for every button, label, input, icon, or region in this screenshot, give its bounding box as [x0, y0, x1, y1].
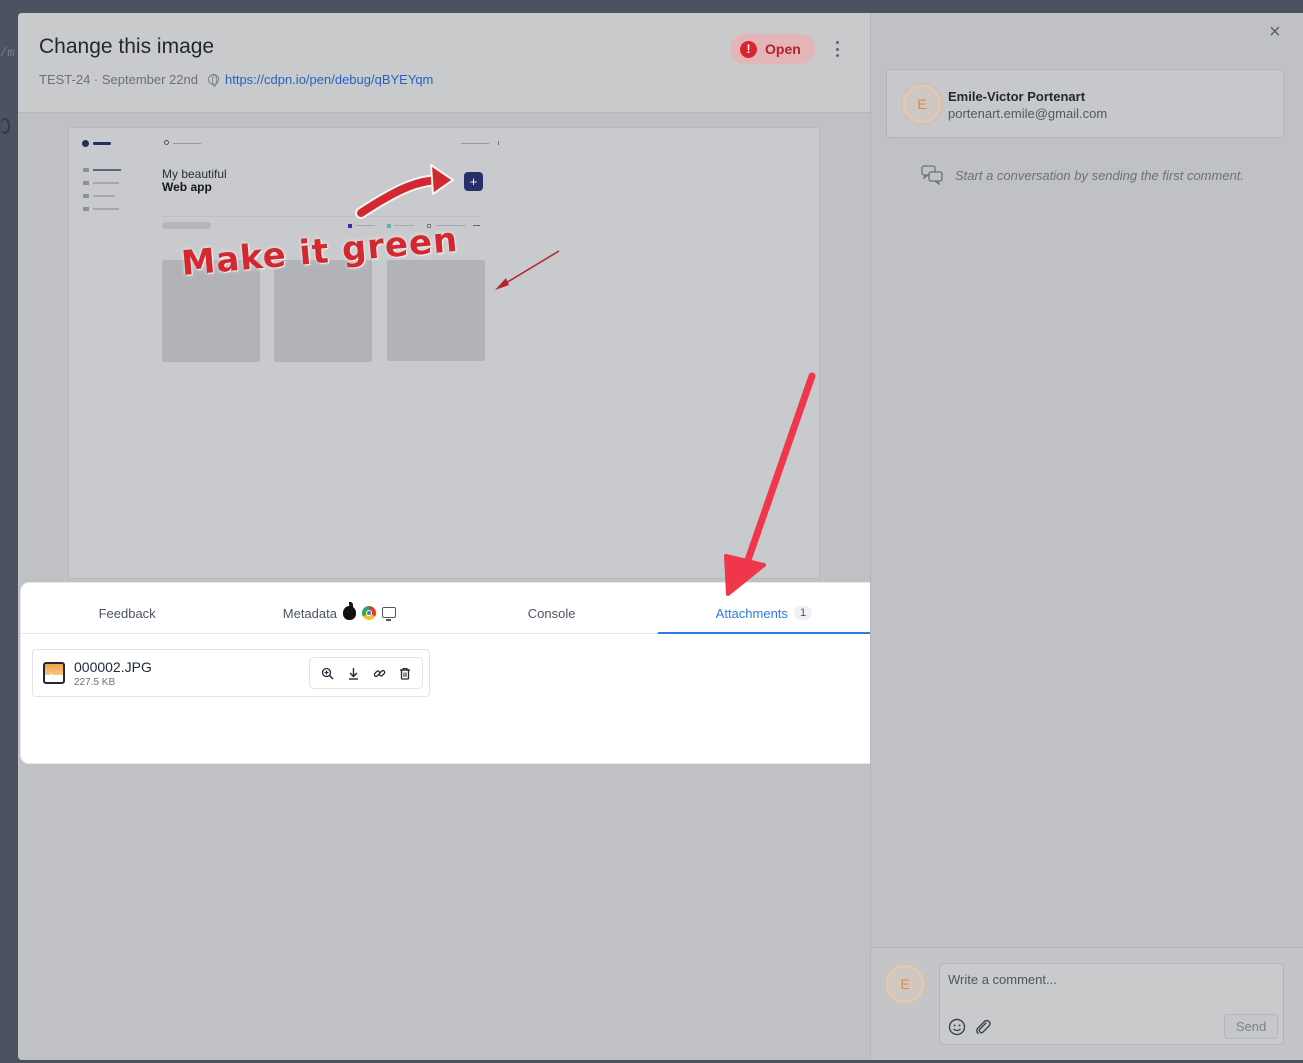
- composer-avatar: E: [886, 965, 924, 1003]
- issue-modal: Change this image TEST-24 · September 22…: [18, 13, 1303, 1060]
- tab-attachments[interactable]: Attachments 1: [657, 593, 871, 634]
- attachment-item[interactable]: 000002.JPG 227.5 KB: [32, 649, 430, 697]
- trash-icon[interactable]: [396, 664, 414, 682]
- image-file-icon: [43, 662, 65, 684]
- comment-input[interactable]: [948, 972, 1268, 987]
- more-options-icon[interactable]: [828, 38, 846, 60]
- attachments-count-badge: 1: [793, 606, 813, 620]
- chat-bubbles-icon: [921, 165, 943, 185]
- tab-bar: Feedback Metadata Console Attachments 1: [21, 593, 871, 634]
- tab-feedback-label: Feedback: [98, 605, 156, 621]
- comment-composer: E Send: [871, 947, 1303, 1060]
- tab-metadata-label: Metadata: [282, 605, 337, 621]
- attachment-name: 000002.JPG: [74, 659, 152, 675]
- tab-console[interactable]: Console: [446, 593, 658, 633]
- apple-icon: [342, 602, 356, 620]
- attachment-size: 227.5 KB: [74, 677, 116, 688]
- issue-meta: TEST-24 · September 22nd https://cdpn.io…: [39, 72, 433, 87]
- tab-console-label: Console: [527, 605, 576, 621]
- status-badge[interactable]: ! Open: [730, 34, 815, 64]
- emoji-icon[interactable]: [948, 1018, 966, 1036]
- issue-detail-pane: Change this image TEST-24 · September 22…: [18, 13, 878, 1060]
- empty-conversation: Start a conversation by sending the firs…: [921, 165, 1244, 185]
- chrome-icon: [361, 606, 376, 620]
- paperclip-icon[interactable]: [974, 1018, 992, 1036]
- close-icon[interactable]: ×: [1269, 21, 1281, 44]
- screenshot-preview[interactable]: My beautiful Web app + Make it green: [68, 127, 820, 579]
- comment-box: Send: [939, 963, 1284, 1045]
- user-email: portenart.emile@gmail.com: [948, 106, 1108, 121]
- zoom-in-icon[interactable]: [318, 664, 336, 682]
- issue-id-date: TEST-24 · September 22nd: [39, 72, 198, 87]
- preview-annotation-arrows: [355, 164, 560, 290]
- tab-metadata[interactable]: Metadata: [233, 593, 445, 633]
- tab-feedback[interactable]: Feedback: [21, 593, 233, 633]
- attachment-actions: [309, 657, 423, 689]
- avatar: E: [903, 85, 941, 123]
- comments-sidebar: × E Emile-Victor Portenart portenart.emi…: [870, 13, 1303, 1060]
- empty-conversation-text: Start a conversation by sending the firs…: [955, 167, 1245, 183]
- tab-attachments-label: Attachments: [715, 605, 788, 621]
- background-search-icon: [0, 118, 10, 134]
- details-tabs-panel: Feedback Metadata Console Attachments 1: [21, 583, 878, 763]
- send-button[interactable]: Send: [1224, 1014, 1278, 1039]
- issue-header: Change this image TEST-24 · September 22…: [18, 13, 870, 113]
- user-name: Emile-Victor Portenart: [948, 89, 1086, 104]
- background-url-fragment: /m: [0, 46, 15, 60]
- alert-icon: !: [740, 40, 757, 58]
- globe-icon: [207, 74, 219, 87]
- link-icon[interactable]: [370, 664, 388, 682]
- download-icon[interactable]: [344, 664, 362, 682]
- status-label: Open: [765, 41, 801, 57]
- monitor-icon: [381, 606, 396, 621]
- issue-title: Change this image: [39, 35, 215, 58]
- assignee-card: E Emile-Victor Portenart portenart.emile…: [886, 69, 1284, 138]
- issue-url-link[interactable]: https://cdpn.io/pen/debug/qBYEYqm: [225, 72, 433, 87]
